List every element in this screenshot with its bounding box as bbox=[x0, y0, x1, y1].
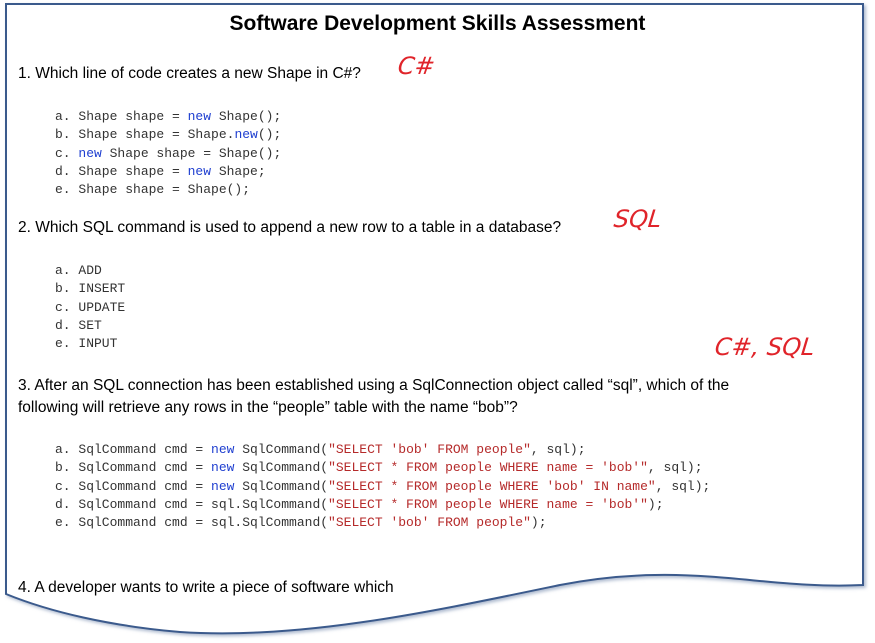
code-text: d. SqlCommand cmd = sql.SqlCommand( bbox=[55, 496, 329, 512]
code-text: b. SqlCommand cmd = bbox=[55, 460, 212, 476]
question-1: 1. Which line of code creates a new Shap… bbox=[18, 65, 361, 82]
option-c: c. new Shape shape = Shape(); bbox=[55, 145, 281, 163]
code-string: "SELECT * FROM people WHERE name = 'bob'… bbox=[328, 460, 648, 476]
annotation-csharp-sql: C#, SQL bbox=[713, 333, 817, 361]
paper-edge bbox=[5, 3, 864, 635]
option-e: e. Shape shape = Shape(); bbox=[55, 181, 281, 199]
question-2: 2. Which SQL command is used to append a… bbox=[18, 219, 562, 236]
option-b: b. INSERT bbox=[55, 280, 125, 298]
annotation-csharp: C# bbox=[396, 52, 437, 80]
option-c: c. SqlCommand cmd = new SqlCommand("SELE… bbox=[55, 478, 710, 496]
option-e: e. INPUT bbox=[55, 335, 125, 353]
code-text: Shape shape = Shape(); bbox=[101, 145, 282, 161]
code-text: d. Shape shape = bbox=[55, 163, 188, 179]
option-a: a. Shape shape = new Shape(); bbox=[55, 108, 281, 126]
code-text: b. INSERT bbox=[55, 281, 126, 297]
code-keyword: new bbox=[211, 442, 235, 457]
code-text: Shape; bbox=[211, 163, 266, 179]
code-text: d. SET bbox=[55, 317, 102, 333]
code-text: c. bbox=[55, 145, 79, 161]
option-c: c. UPDATE bbox=[55, 299, 125, 317]
code-text: , sql); bbox=[647, 460, 703, 476]
code-text: , sql); bbox=[530, 442, 586, 457]
code-text: SqlCommand( bbox=[234, 442, 329, 457]
code-text: (); bbox=[257, 127, 282, 143]
code-text: c. SqlCommand cmd = bbox=[55, 478, 212, 494]
option-a: a. SqlCommand cmd = new SqlCommand("SELE… bbox=[55, 441, 710, 459]
code-keyword: new bbox=[187, 163, 212, 179]
option-b: b. Shape shape = Shape.new(); bbox=[55, 126, 281, 144]
paper-outline bbox=[5, 3, 864, 635]
code-string: "SELECT * FROM people WHERE name = 'bob'… bbox=[328, 496, 648, 512]
question-3-options: a. SqlCommand cmd = new SqlCommand("SELE… bbox=[55, 441, 710, 532]
code-text: b. Shape shape = Shape. bbox=[55, 127, 235, 143]
code-text: , sql); bbox=[655, 478, 711, 494]
code-text: a. ADD bbox=[55, 263, 102, 278]
question-1-options: a. Shape shape = new Shape(); b. Shape sh… bbox=[55, 108, 281, 199]
code-keyword: new bbox=[234, 127, 258, 143]
option-d: d. SET bbox=[55, 317, 125, 335]
question-3-line-2: following will retrieve any rows in the … bbox=[18, 399, 518, 416]
code-text: Shape(); bbox=[211, 109, 282, 124]
annotation-sql: SQL bbox=[612, 205, 663, 233]
question-4: 4. A developer wants to write a piece of… bbox=[18, 579, 394, 596]
option-d: d. Shape shape = new Shape; bbox=[55, 163, 281, 181]
code-string: "SELECT 'bob' FROM people" bbox=[328, 515, 531, 531]
code-text: a. SqlCommand cmd = bbox=[55, 442, 212, 457]
code-keyword: new bbox=[211, 460, 235, 476]
option-e: e. SqlCommand cmd = sql.SqlCommand("SELE… bbox=[55, 514, 710, 532]
code-text: SqlCommand( bbox=[234, 478, 329, 494]
question-3-line-1: 3. After an SQL connection has been esta… bbox=[18, 377, 730, 394]
code-text: ); bbox=[530, 515, 547, 531]
code-text: e. INPUT bbox=[55, 336, 118, 352]
code-keyword: new bbox=[78, 145, 102, 161]
code-string: "SELECT 'bob' FROM people" bbox=[328, 442, 531, 457]
question-2-options: a. ADD b. INSERT c. UPDATE d. SET e. INPUT bbox=[55, 262, 125, 353]
code-keyword: new bbox=[211, 478, 235, 494]
code-string: "SELECT * FROM people WHERE 'bob' IN nam… bbox=[328, 478, 656, 494]
option-a: a. ADD bbox=[55, 262, 125, 280]
code-text: e. Shape shape = Shape(); bbox=[55, 182, 251, 198]
code-keyword: new bbox=[187, 109, 212, 124]
code-text: SqlCommand( bbox=[234, 460, 329, 476]
code-text: ); bbox=[647, 496, 664, 512]
page-title: Software Development Skills Assessment bbox=[229, 12, 646, 35]
code-text: c. UPDATE bbox=[55, 299, 126, 315]
option-b: b. SqlCommand cmd = new SqlCommand("SELE… bbox=[55, 459, 710, 477]
code-text: a. Shape shape = bbox=[55, 109, 188, 124]
code-text: e. SqlCommand cmd = sql.SqlCommand( bbox=[55, 515, 329, 531]
option-d: d. SqlCommand cmd = sql.SqlCommand("SELE… bbox=[55, 496, 710, 514]
